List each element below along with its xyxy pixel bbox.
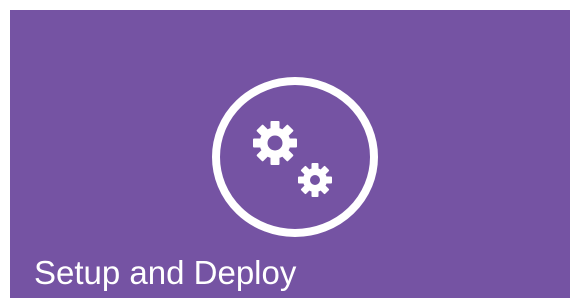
gears-icon	[211, 76, 379, 238]
setup-and-deploy-tile[interactable]: Setup and Deploy	[10, 10, 570, 298]
tile-label: Setup and Deploy	[34, 254, 297, 291]
